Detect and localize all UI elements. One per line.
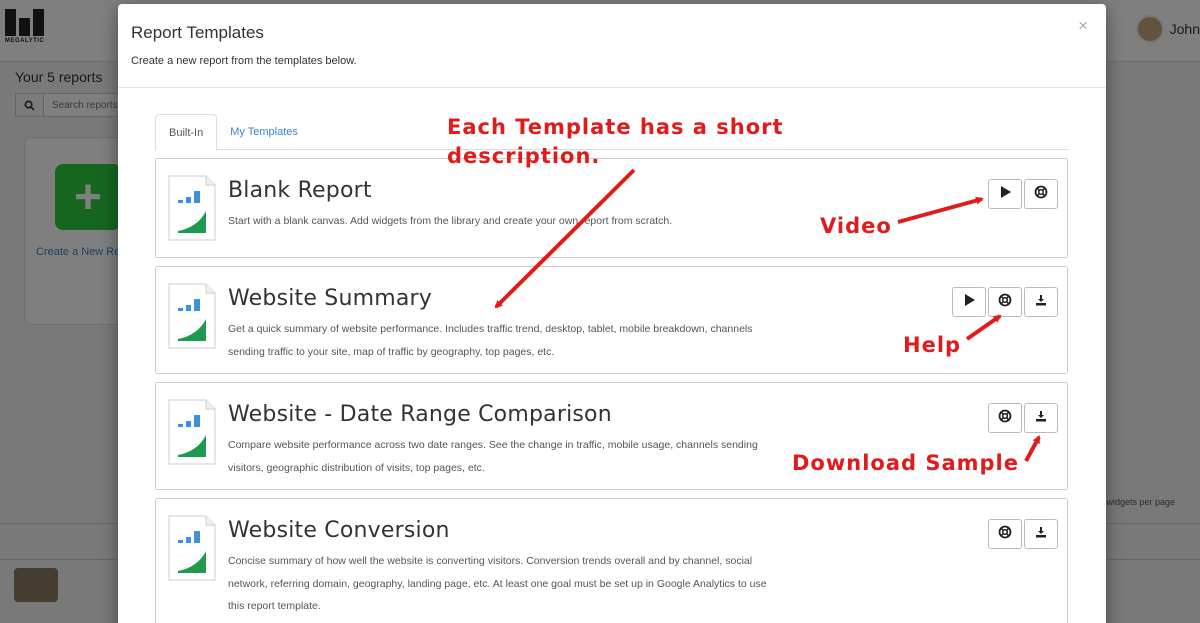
annotation-description-note: Each Template has a short description. bbox=[447, 113, 784, 171]
template-actions bbox=[952, 287, 1058, 317]
download-icon bbox=[1035, 293, 1047, 311]
help-icon bbox=[998, 409, 1012, 428]
annotation-help: Help bbox=[903, 333, 962, 357]
help-button[interactable] bbox=[988, 519, 1022, 549]
tab-built-in[interactable]: Built-In bbox=[155, 114, 218, 151]
download-sample-button[interactable] bbox=[1024, 403, 1058, 433]
help-button[interactable] bbox=[988, 403, 1022, 433]
play-video-button[interactable] bbox=[952, 287, 986, 317]
help-icon bbox=[998, 525, 1012, 544]
play-video-button[interactable] bbox=[988, 179, 1022, 209]
download-icon bbox=[1035, 525, 1047, 543]
help-icon bbox=[1034, 185, 1048, 204]
annotation-line: description. bbox=[447, 144, 601, 168]
template-description: Concise summary of how well the website … bbox=[228, 555, 767, 612]
play-icon bbox=[1000, 185, 1011, 203]
download-icon bbox=[1035, 409, 1047, 427]
report-chart-icon bbox=[168, 283, 216, 349]
template-actions bbox=[988, 519, 1058, 549]
download-sample-button[interactable] bbox=[1024, 287, 1058, 317]
download-sample-button[interactable] bbox=[1024, 519, 1058, 549]
help-button[interactable] bbox=[1024, 179, 1058, 209]
report-chart-icon bbox=[168, 399, 216, 465]
annotation-video: Video bbox=[820, 214, 892, 238]
help-button[interactable] bbox=[988, 287, 1022, 317]
annotation-line: Each Template has a short bbox=[447, 115, 784, 139]
template-description: Compare website performance across two d… bbox=[228, 439, 758, 474]
annotation-download: Download Sample bbox=[792, 451, 1019, 475]
play-icon bbox=[964, 293, 975, 311]
tab-my-templates[interactable]: My Templates bbox=[217, 114, 311, 150]
template-name: Website - Date Range Comparison bbox=[228, 402, 612, 427]
template-name: Website Summary bbox=[228, 286, 433, 311]
report-chart-icon bbox=[168, 175, 216, 241]
template-card-blank-report[interactable]: Blank Report Start with a blank canvas. … bbox=[155, 158, 1068, 258]
report-chart-icon bbox=[168, 515, 216, 581]
modal-title: Report Templates bbox=[131, 23, 264, 42]
template-actions bbox=[988, 179, 1058, 209]
template-name: Blank Report bbox=[228, 178, 372, 203]
template-actions bbox=[988, 403, 1058, 433]
close-icon[interactable]: × bbox=[1078, 16, 1088, 36]
template-card-website-conversion[interactable]: Website Conversion Concise summary of ho… bbox=[155, 498, 1068, 623]
template-card-website-summary[interactable]: Website Summary Get a quick summary of w… bbox=[155, 266, 1068, 374]
report-templates-modal: Report Templates Create a new report fro… bbox=[118, 4, 1106, 623]
modal-header: Report Templates Create a new report fro… bbox=[118, 4, 1106, 88]
help-icon bbox=[998, 293, 1012, 312]
modal-subtitle: Create a new report from the templates b… bbox=[131, 55, 357, 67]
template-name: Website Conversion bbox=[228, 518, 450, 543]
template-description: Start with a blank canvas. Add widgets f… bbox=[228, 215, 673, 227]
template-description: Get a quick summary of website performan… bbox=[228, 323, 753, 358]
